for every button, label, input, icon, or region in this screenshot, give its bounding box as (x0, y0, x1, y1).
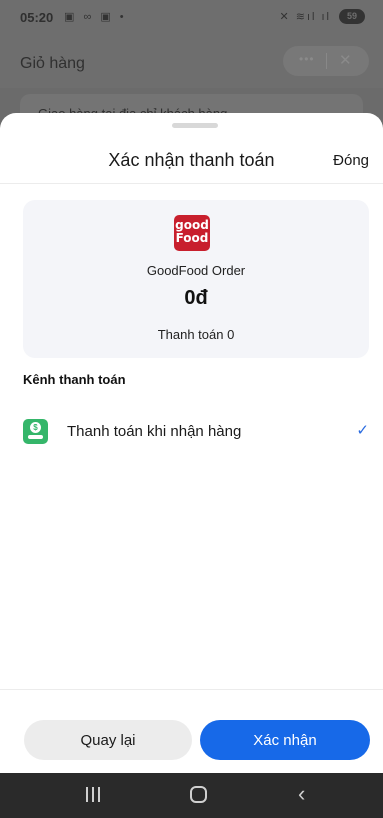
recent-apps-icon[interactable] (86, 787, 100, 802)
status-bar: 05:20 ▣ ∞ ▣ • ✕ ≋ıl ıl 59 (0, 0, 383, 36)
check-icon: ✓ (356, 422, 369, 439)
signal-icons: ✕ ≋ıl ıl (279, 11, 331, 23)
order-summary-card: good Food GoodFood Order 0đ Thanh toán 0 (23, 200, 369, 358)
more-icon: ••• (299, 52, 315, 66)
merchant-logo-line2: Food (175, 231, 209, 245)
payment-method-label: Thanh toán khi nhận hàng (67, 423, 242, 440)
back-button[interactable]: Quay lại (24, 720, 192, 760)
notification-icons: ▣ ∞ ▣ • (64, 11, 127, 23)
battery-icon: 59 (339, 9, 365, 24)
header-divider (0, 183, 383, 184)
payment-method-cod[interactable]: $ Thanh toán khi nhận hàng ✓ (0, 409, 383, 455)
sheet-grabber[interactable] (172, 123, 218, 128)
footer-divider (0, 689, 383, 690)
payment-amount: 0đ (184, 287, 208, 309)
home-icon[interactable] (190, 786, 207, 803)
mini-app-capsule: ••• ✕ (283, 46, 369, 76)
sheet-title: Xác nhận thanh toán (108, 150, 275, 170)
background-page-title: Giỏ hàng (20, 55, 85, 72)
hand-icon (28, 435, 43, 439)
capsule-divider (326, 53, 327, 69)
coin-icon: $ (30, 422, 41, 433)
merchant-logo: good Food (174, 215, 210, 251)
payment-subtitle: Thanh toán 0 (157, 327, 235, 342)
close-icon: ✕ (339, 52, 352, 69)
cash-on-delivery-icon: $ (23, 419, 48, 444)
status-time: 05:20 (20, 10, 54, 25)
back-icon[interactable]: ‹ (298, 781, 305, 807)
close-button[interactable]: Đóng (333, 152, 369, 169)
payment-confirm-sheet: Xác nhận thanh toán Đóng good Food GoodF… (0, 113, 383, 773)
confirm-button[interactable]: Xác nhận (200, 720, 370, 760)
payment-channel-heading: Kênh thanh toán (23, 372, 126, 387)
merchant-name: GoodFood Order (146, 263, 246, 278)
system-navigation-bar: ‹ (0, 773, 383, 818)
